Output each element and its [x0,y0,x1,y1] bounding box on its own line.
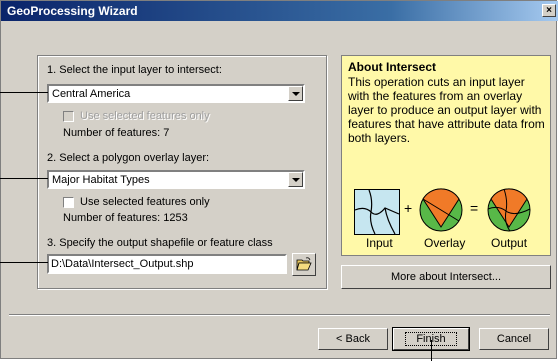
back-button[interactable]: < Back [318,328,388,350]
close-icon: × [546,5,552,16]
input-map-icon [354,189,400,235]
input-caption: Input [366,236,393,250]
output-circle-icon [487,188,531,232]
browse-button[interactable] [292,253,316,276]
callout-line-overlay [0,178,48,179]
step2-checkbox-label: Use selected features only [80,196,210,208]
close-button[interactable]: × [542,4,556,17]
callout-line-output [0,262,48,263]
output-path-input[interactable]: D:\Data\Intersect_Output.shp [47,254,287,274]
chevron-down-icon[interactable] [288,86,303,101]
step2-feature-count: Number of features: 1253 [63,212,188,224]
callout-line-finish [431,340,432,361]
step1-checkbox-label: Use selected features only [80,110,210,122]
more-about-button[interactable]: More about Intersect... [341,265,551,289]
input-layer-value: Central America [52,88,131,100]
overlay-circle-icon [419,188,463,232]
about-intersect-panel: About Intersect This operation cuts an i… [341,55,551,256]
input-layer-dropdown[interactable]: Central America [47,84,305,103]
overlay-layer-dropdown[interactable]: Major Habitat Types [47,170,305,189]
equals-sign: = [470,200,479,216]
plus-sign: + [404,200,413,216]
about-description: This operation cuts an input layer with … [348,75,545,145]
wizard-window: GeoProcessing Wizard × 1. Select the inp… [0,0,558,359]
window-title: GeoProcessing Wizard [7,4,138,18]
about-title: About Intersect [348,60,437,74]
step1-label: 1. Select the input layer to intersect: [47,64,222,76]
step3-label: 3. Specify the output shapefile or featu… [47,237,273,249]
overlay-layer-value: Major Habitat Types [52,174,150,186]
separator [9,314,550,316]
cancel-button[interactable]: Cancel [479,328,549,350]
input-diagram [354,189,400,235]
chevron-down-icon[interactable] [288,172,303,187]
callout-line-input [0,92,48,93]
title-bar[interactable]: GeoProcessing Wizard × [1,1,558,21]
overlay-caption: Overlay [424,236,466,250]
folder-open-icon [296,257,312,271]
step1-selected-only-checkbox[interactable] [63,111,74,122]
step1-feature-count: Number of features: 7 [63,127,170,139]
step2-selected-only-checkbox[interactable] [63,197,74,208]
output-caption: Output [491,236,528,250]
step2-label: 2. Select a polygon overlay layer: [47,152,210,164]
output-path-value: D:\Data\Intersect_Output.shp [51,258,194,270]
